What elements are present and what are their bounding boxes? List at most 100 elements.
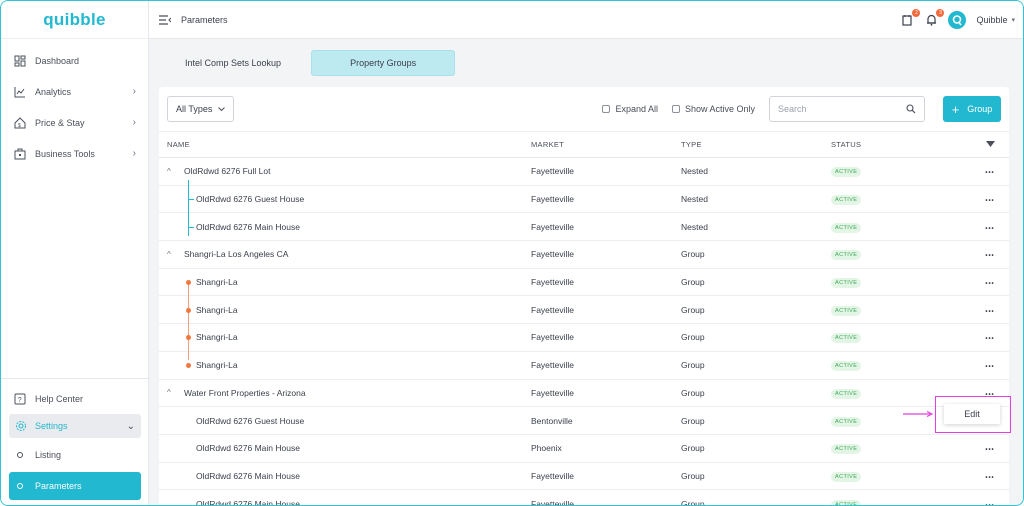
tree-connector <box>188 207 189 236</box>
cell-market: Fayetteville <box>531 185 681 214</box>
collapse-caret-icon[interactable]: ^ <box>167 250 177 259</box>
collapse-caret-icon[interactable]: ^ <box>167 388 177 397</box>
status-badge: ACTIVE <box>831 195 862 206</box>
expand-all-checkbox[interactable]: Expand All <box>602 104 658 114</box>
more-options-icon[interactable]: ••• <box>985 170 994 176</box>
row-name: OldRdwd 6276 Main House <box>196 443 300 454</box>
tree-connector <box>188 290 189 319</box>
sidebar-subitem-parameters[interactable]: Parameters <box>9 472 141 500</box>
name-cell: ^ Shangri-La Los Angeles CA <box>167 249 531 259</box>
more-options-icon[interactable]: ••• <box>985 226 994 232</box>
sidebar-item-analytics[interactable]: Analytics › <box>1 76 148 107</box>
chevron-down-icon[interactable]: ▾ <box>1011 16 1015 24</box>
table-row-group[interactable]: ^ Shangri-La Los Angeles CA Fayetteville Gr… <box>159 240 1009 269</box>
cell-status: ACTIVE <box>831 351 971 380</box>
user-name[interactable]: Quibble <box>976 15 1007 25</box>
cell-actions: ••• <box>971 185 1009 214</box>
divider <box>1 378 149 379</box>
more-options-icon[interactable]: ••• <box>985 336 994 342</box>
collapse-caret-icon[interactable]: ^ <box>167 167 177 176</box>
cell-market: Fayetteville <box>531 489 681 505</box>
more-options-icon[interactable]: ••• <box>985 475 994 481</box>
cell-type: Group <box>681 323 831 352</box>
cell-type: Group <box>681 406 831 435</box>
show-active-only-checkbox[interactable]: Show Active Only <box>671 104 755 114</box>
col-header-market[interactable]: MARKET <box>531 131 681 158</box>
sidebar-item-price-stay[interactable]: $ Price & Stay › <box>1 107 148 138</box>
sidebar-item-settings[interactable]: Settings ⌄ <box>9 414 141 438</box>
cell-name: Shangri-La <box>159 346 531 380</box>
table-body: ^ OldRdwd 6276 Full Lot Fayetteville Nested… <box>159 157 1009 505</box>
collapse-menu-icon[interactable] <box>159 14 171 25</box>
avatar[interactable] <box>948 10 967 29</box>
more-options-icon[interactable]: ••• <box>985 503 994 505</box>
table-row[interactable]: Shangri-La Fayetteville Group ACTIVE ••• <box>159 346 1009 380</box>
table-row[interactable]: OldRdwd 6276 Main House Fayetteville Neste… <box>159 207 1009 242</box>
more-options-icon[interactable]: ••• <box>985 309 994 315</box>
notification-badge: 3 <box>936 8 945 17</box>
sidebar-item-help-center[interactable]: ? Help Center <box>1 383 149 414</box>
edit-menu-item[interactable]: Edit <box>944 404 1000 424</box>
row-name: Shangri-La <box>196 304 238 315</box>
more-options-icon[interactable]: ••• <box>985 447 994 453</box>
table-row-group[interactable]: ^ OldRdwd 6276 Full Lot Fayetteville Nested… <box>159 157 1009 186</box>
cell-name: OldRdwd 6276 Main House <box>159 489 531 505</box>
main-content: Intel Comp Sets Lookup Property Groups A… <box>159 45 1009 505</box>
cell-name: ^ Shangri-La Los Angeles CA <box>159 240 531 269</box>
more-options-icon[interactable]: ••• <box>985 364 994 370</box>
checkbox-box[interactable] <box>671 105 680 113</box>
type-filter-select[interactable]: All Types <box>167 96 235 122</box>
cell-name: ^ OldRdwd 6276 Full Lot <box>159 157 531 186</box>
table-row[interactable]: OldRdwd 6276 Main House Phoenix Group ACTIV… <box>159 434 1009 463</box>
sidebar-item-label: Business Tools <box>35 148 95 159</box>
cell-type: Group <box>681 462 831 491</box>
cell-actions: ••• <box>971 462 1009 491</box>
sidebar-subitem-listing[interactable]: Listing <box>9 441 141 469</box>
name-cell: Shangri-La <box>167 277 531 297</box>
chevron-right-icon: › <box>132 117 136 128</box>
logo: quibble <box>1 1 148 39</box>
col-header-status[interactable]: STATUS <box>831 131 971 158</box>
table-row[interactable]: Shangri-La Fayetteville Group ACTIVE ••• <box>159 268 1009 297</box>
bullet-icon <box>17 483 23 489</box>
cell-status: ACTIVE <box>831 323 971 352</box>
more-options-icon[interactable]: ••• <box>985 253 994 259</box>
chevron-right-icon: › <box>132 86 136 97</box>
table-row[interactable]: OldRdwd 6276 Guest House Bentonville Group… <box>159 406 1009 435</box>
sidebar-item-dashboard[interactable]: Dashboard <box>1 45 148 76</box>
sidebar: quibble Dashboard Analytics › $ Price & … <box>1 1 149 505</box>
name-cell: OldRdwd 6276 Main House <box>167 207 531 236</box>
table-row-group[interactable]: ^ Water Front Properties - Arizona Fayette… <box>159 379 1009 408</box>
cell-type: Group <box>681 434 831 463</box>
tree-node-dot <box>186 335 191 341</box>
toolbar: All Types Expand All Show Active Only Se… <box>159 87 1009 131</box>
more-options-icon[interactable]: ••• <box>985 281 994 287</box>
table-row[interactable]: Shangri-La Fayetteville Group ACTIVE ••• <box>159 318 1009 352</box>
tab-property-groups[interactable]: Property Groups <box>311 50 456 76</box>
cell-status: ACTIVE <box>831 489 971 505</box>
status-badge: ACTIVE <box>831 444 862 455</box>
add-group-button[interactable]: + Group <box>943 96 1001 122</box>
app-frame: quibble Dashboard Analytics › $ Price & … <box>0 0 1024 506</box>
table-row[interactable]: Shangri-La Fayetteville Group ACTIVE ••• <box>159 290 1009 325</box>
row-name: Shangri-La <box>196 360 238 371</box>
cell-type: Nested <box>681 212 831 242</box>
column-filter-icon[interactable] <box>971 131 1009 158</box>
search-input[interactable]: Search <box>769 96 925 122</box>
col-header-name[interactable]: NAME <box>159 131 531 158</box>
table-row[interactable]: OldRdwd 6276 Main House Fayetteville Group… <box>159 462 1009 491</box>
checkbox-box[interactable] <box>602 105 611 113</box>
more-options-icon[interactable]: ••• <box>985 198 994 204</box>
table-row[interactable]: OldRdwd 6276 Main House Fayetteville Group… <box>159 489 1009 505</box>
name-cell: OldRdwd 6276 Main House <box>167 443 531 453</box>
tab-intel-comp-sets-lookup[interactable]: Intel Comp Sets Lookup <box>165 50 301 76</box>
col-header-type[interactable]: TYPE <box>681 131 831 158</box>
bell-icon[interactable]: 3 <box>924 8 945 27</box>
status-badge: ACTIVE <box>831 333 862 344</box>
sidebar-item-business-tools[interactable]: Business Tools › <box>1 138 148 169</box>
sidebar-item-label: Dashboard <box>35 55 80 66</box>
table-row[interactable]: OldRdwd 6276 Guest House Fayetteville Nest… <box>159 180 1009 214</box>
calendar-icon[interactable]: 2 <box>900 8 921 27</box>
name-cell: OldRdwd 6276 Main House <box>167 471 531 481</box>
status-badge: ACTIVE <box>831 499 862 505</box>
